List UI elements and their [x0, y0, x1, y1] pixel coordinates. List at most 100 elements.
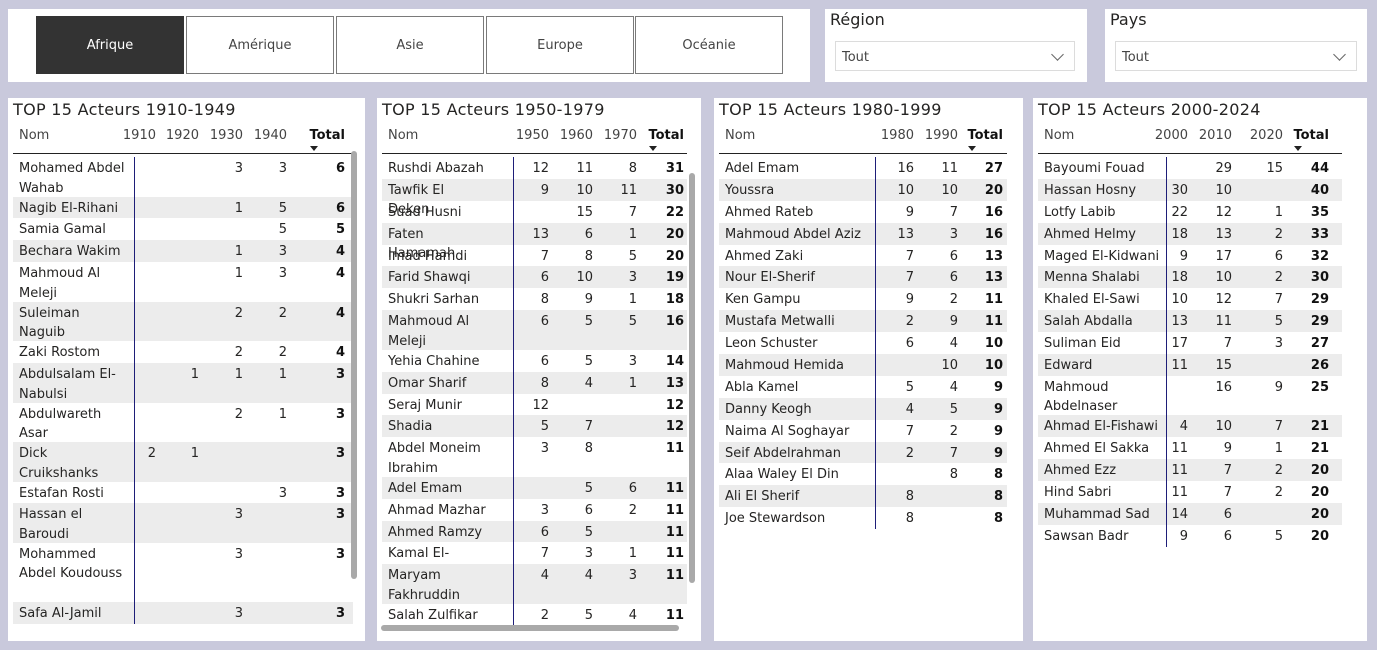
tile-europe[interactable]: Europe [486, 16, 634, 74]
table-row[interactable]: Mahmoud Hemida 10 10 [719, 354, 1007, 376]
cell-count: 10 [1215, 419, 1232, 435]
table-row[interactable]: Salah Abdalla 13 11 5 29 [1038, 310, 1342, 333]
column-header-year[interactable]: 1930 [203, 128, 243, 143]
table-row[interactable]: Bayoumi Fouad 29 15 44 [1038, 157, 1342, 179]
column-header-year[interactable]: 1960 [553, 128, 593, 143]
column-header-year[interactable]: 1910 [116, 128, 156, 143]
table-row[interactable]: Nagib El-Rihani 1 5 6 [13, 196, 353, 219]
table-row[interactable]: Safa Al-Jamil 3 3 [13, 601, 353, 624]
table-row[interactable]: Mahmoud Al Meleji 6 5 5 16 [382, 310, 687, 350]
table-row[interactable]: Omar Sharif 8 4 1 13 [382, 371, 687, 394]
table-row[interactable]: Naima Al Soghayar 7 2 9 [719, 420, 1007, 442]
table-row[interactable]: Ahmed Ramzy 6 5 11 [382, 520, 687, 543]
table-row[interactable]: Tawfik El Deken 9 10 11 30 [382, 178, 687, 217]
horizontal-scrollbar[interactable] [381, 625, 679, 631]
column-header-year[interactable]: 1940 [247, 128, 287, 143]
table-row[interactable]: Menna Shalabi 18 10 2 30 [1038, 266, 1342, 289]
table-row[interactable]: Seraj Munir 12 12 [382, 394, 687, 416]
table-row[interactable]: Suliman Eid 17 7 3 27 [1038, 332, 1342, 354]
table-row[interactable]: Mohamed Abdel Wahab 3 3 6 [13, 157, 353, 197]
table-row[interactable]: Zaki Rostom 2 2 4 [13, 341, 353, 363]
tile-oceanie[interactable]: Océanie [635, 16, 783, 74]
column-header-total[interactable]: Total [644, 128, 684, 143]
table-row[interactable]: Nour El-Sherif 7 6 13 [719, 266, 1007, 289]
table-row[interactable]: Lotfy Labib 22 12 1 35 [1038, 201, 1342, 223]
tile-afrique[interactable]: Afrique [36, 16, 184, 74]
table-row[interactable]: Samia Gamal 5 5 [13, 218, 353, 240]
table-row[interactable]: Danny Keogh 4 5 9 [719, 397, 1007, 420]
column-header-year[interactable]: 2010 [1192, 128, 1232, 143]
table-row[interactable]: Abdulsalam El-Nabulsi 1 1 1 3 [13, 363, 353, 403]
table-row[interactable]: Abdel Moneim Ibrahim 3 8 11 [382, 437, 687, 477]
tile-asie[interactable]: Asie [336, 16, 484, 74]
table-row[interactable]: Leon Schuster 6 4 10 [719, 332, 1007, 354]
table-row[interactable]: Suad Husni 15 7 22 [382, 201, 687, 223]
table-row[interactable]: Maged El-Kidwani 9 17 6 32 [1038, 245, 1342, 267]
column-header-nom[interactable]: Nom [388, 128, 418, 143]
table-row[interactable]: Shadia 5 7 12 [382, 415, 687, 438]
vertical-scrollbar[interactable] [351, 151, 357, 579]
table-row[interactable]: Mohammed Abdel Koudouss 3 3 [13, 543, 353, 602]
column-header-nom[interactable]: Nom [725, 128, 755, 143]
table-row[interactable]: Muhammad Sad 14 6 20 [1038, 502, 1342, 525]
table-row[interactable]: Imad Hamdi 7 8 5 20 [382, 245, 687, 267]
table-row[interactable]: Ahmed Rateb 9 7 16 [719, 201, 1007, 223]
table-row[interactable]: Ahmed El Sakka 11 9 1 21 [1038, 437, 1342, 459]
table-row[interactable]: Ahmad El-Fishawi 4 10 7 21 [1038, 415, 1342, 438]
column-header-year[interactable]: 2020 [1243, 128, 1283, 143]
table-row[interactable]: Hassan Hosny 30 10 40 [1038, 178, 1342, 201]
tile-amerique[interactable]: Amérique [186, 16, 334, 74]
table-row[interactable]: Ahmad Mazhar 3 6 2 11 [382, 499, 687, 521]
table-row[interactable]: Yehia Chahine 6 5 3 14 [382, 350, 687, 372]
column-header-total[interactable]: Total [963, 128, 1003, 143]
table-row[interactable]: Suleiman Naguib 2 2 4 [13, 301, 353, 342]
table-row[interactable]: Ken Gampu 9 2 11 [719, 288, 1007, 310]
column-header-total[interactable]: Total [1289, 128, 1329, 143]
table-row[interactable]: Adel Emam 16 11 27 [719, 157, 1007, 179]
table-row[interactable]: Alaa Waley El Din 8 8 [719, 463, 1007, 485]
column-header-nom[interactable]: Nom [1044, 128, 1074, 143]
actor-name: Menna Shalabi [1044, 270, 1140, 286]
column-header-year[interactable]: 1920 [159, 128, 199, 143]
table-row[interactable]: Ali El Sherif 8 8 [719, 485, 1007, 508]
table-row[interactable]: Sawsan Badr 9 6 5 20 [1038, 525, 1342, 547]
column-header-nom[interactable]: Nom [19, 128, 49, 143]
table-row[interactable]: Abdulwareth Asar 2 1 3 [13, 403, 353, 443]
table-row[interactable]: Estafan Rosti 3 3 [13, 482, 353, 504]
table-row[interactable]: Faten Hamamah 13 6 1 20 [382, 222, 687, 261]
table-row[interactable]: Abla Kamel 5 4 9 [719, 376, 1007, 398]
table-row[interactable]: Joe Stewardson 8 8 [719, 507, 1007, 529]
column-header-total[interactable]: Total [305, 128, 345, 143]
table-row[interactable]: Khaled El-Sawi 10 12 7 29 [1038, 288, 1342, 310]
table-row[interactable]: Seif Abdelrahman 2 7 9 [719, 441, 1007, 464]
column-header-year[interactable]: 1980 [874, 128, 914, 143]
table-row[interactable]: Bechara Wakim 1 3 4 [13, 240, 353, 263]
table-row[interactable]: Edward 11 15 26 [1038, 354, 1342, 376]
table-row[interactable]: Youssra 10 10 20 [719, 178, 1007, 201]
column-header-year[interactable]: 1970 [597, 128, 637, 143]
table-row[interactable]: Ahmed Ezz 11 7 2 20 [1038, 459, 1342, 482]
table-row[interactable]: Rushdi Abazah 12 11 8 31 [382, 157, 687, 179]
region-dropdown[interactable]: Tout [835, 41, 1075, 71]
table-row[interactable]: Maryam Fakhruddin 4 4 3 11 [382, 564, 687, 604]
table-row[interactable]: Ahmed Zaki 7 6 13 [719, 245, 1007, 267]
table-row[interactable]: Shukri Sarhan 8 9 1 18 [382, 288, 687, 310]
column-header-year[interactable]: 1990 [918, 128, 958, 143]
table-row[interactable]: Ahmed Helmy 18 13 2 33 [1038, 222, 1342, 245]
column-header-year[interactable]: 2000 [1148, 128, 1188, 143]
table-row[interactable]: Mahmoud Al Meleji 1 3 4 [13, 262, 353, 302]
pays-dropdown[interactable]: Tout [1115, 41, 1357, 71]
table-row[interactable]: Mahmoud Abdel Aziz 13 3 16 [719, 222, 1007, 245]
table-row[interactable]: Hind Sabri 11 7 2 20 [1038, 481, 1342, 503]
vertical-scrollbar[interactable] [689, 173, 695, 583]
table-row[interactable]: Adel Emam 5 6 11 [382, 476, 687, 499]
table-row[interactable]: Kamal El-Shinnawi73111 [382, 542, 687, 581]
table-row[interactable]: Farid Shawqi 6 10 3 19 [382, 266, 687, 289]
table-row[interactable]: Mahmoud Abdelnaser 16 9 25 [1038, 376, 1342, 416]
table-row[interactable]: Mustafa Metwalli 2 9 11 [719, 310, 1007, 333]
table-row[interactable]: Hassan el Baroudi 3 3 [13, 503, 353, 543]
table-row[interactable]: Dick Cruikshanks 2 1 3 [13, 442, 353, 482]
table-row[interactable]: Salah Zulfikar 2 5 4 11 [382, 604, 687, 626]
column-header-year[interactable]: 1950 [509, 128, 549, 143]
cell-count: 2 [949, 423, 958, 439]
